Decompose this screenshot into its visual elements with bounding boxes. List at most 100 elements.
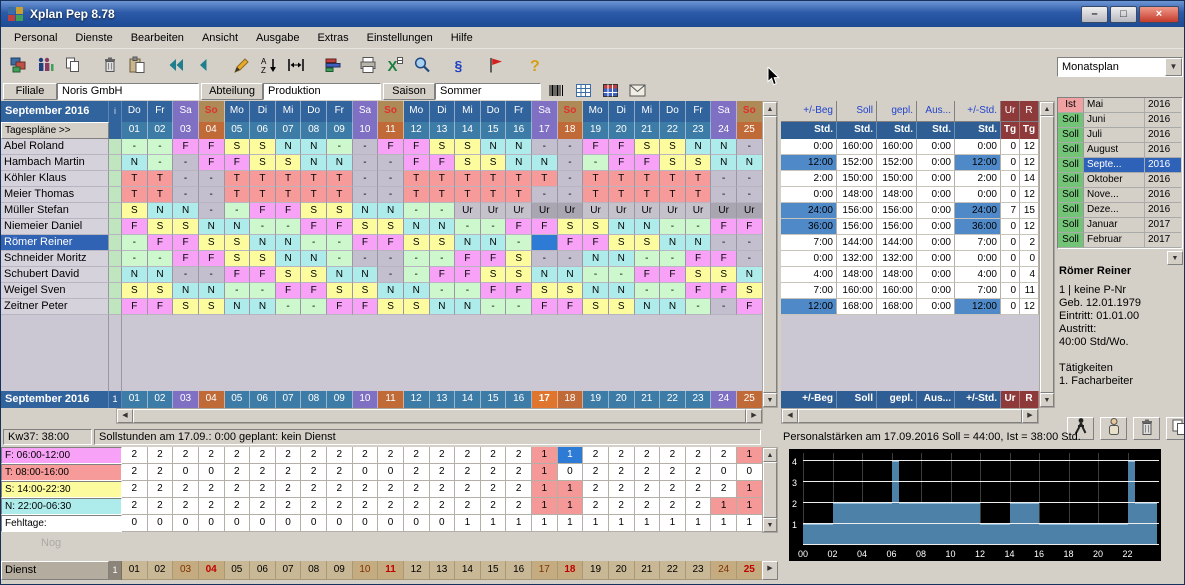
shift-cell[interactable]: F <box>686 251 712 267</box>
shift-cell[interactable]: S <box>301 203 327 219</box>
day-number-bottom[interactable]: 10 <box>353 391 379 408</box>
summary-cell[interactable]: 0 <box>558 464 584 481</box>
shift-cell[interactable]: S <box>250 139 276 155</box>
summary-cell[interactable]: 2 <box>250 464 276 481</box>
summary-cell[interactable]: 2 <box>148 447 174 464</box>
shift-cell[interactable]: N <box>404 219 430 235</box>
shift-cell[interactable]: F <box>378 235 404 251</box>
scroll-thumb[interactable] <box>798 409 1022 423</box>
main-vertical-scrollbar[interactable]: ▲▼ <box>762 101 778 408</box>
day-number-bottom[interactable]: 21 <box>635 391 661 408</box>
shift-cell[interactable]: F <box>301 283 327 299</box>
menu-einstellungen[interactable]: Einstellungen <box>358 29 442 47</box>
month-row[interactable]: SollOktober2016 <box>1058 173 1182 188</box>
employee-info-cell[interactable] <box>109 267 122 283</box>
hours-col-header[interactable]: R <box>1020 101 1039 122</box>
shift-cell[interactable]: S <box>173 219 199 235</box>
shift-cell[interactable]: S <box>122 283 148 299</box>
summary-cell[interactable]: 2 <box>609 447 635 464</box>
summary-cell[interactable]: 0 <box>737 464 763 481</box>
summary-cell[interactable]: 2 <box>199 498 225 515</box>
day-number-bottom[interactable]: 25 <box>737 391 763 408</box>
shift-cell[interactable]: - <box>199 171 225 187</box>
shift-cell[interactable]: F <box>506 283 532 299</box>
shift-cell[interactable]: - <box>686 219 712 235</box>
summary-cell[interactable]: 2 <box>635 464 661 481</box>
summary-cell[interactable]: 0 <box>404 515 430 532</box>
summary-cell[interactable]: 1 <box>686 515 712 532</box>
shift-cell[interactable]: T <box>686 171 712 187</box>
shift-cell[interactable]: T <box>660 171 686 187</box>
filiale-label[interactable]: Filiale <box>3 83 57 100</box>
month-name[interactable]: August <box>1084 143 1145 158</box>
shift-cell[interactable]: T <box>660 187 686 203</box>
summary-cell[interactable]: 1 <box>558 447 584 464</box>
summary-cell[interactable]: 2 <box>353 481 379 498</box>
shift-cell[interactable]: S <box>148 283 174 299</box>
help-button[interactable]: ? <box>521 53 548 80</box>
day-number[interactable]: 12 <box>404 122 430 139</box>
shift-cell[interactable]: Ur <box>532 203 558 219</box>
shift-cell[interactable]: N <box>455 299 481 315</box>
shift-cell[interactable]: S <box>635 235 661 251</box>
day-number[interactable]: 10 <box>353 122 379 139</box>
shift-cell[interactable]: T <box>430 171 456 187</box>
summary-cell[interactable]: 2 <box>686 498 712 515</box>
shift-cell[interactable]: - <box>583 267 609 283</box>
shift-cell[interactable]: T <box>532 171 558 187</box>
shift-cell[interactable]: - <box>455 283 481 299</box>
shift-cell[interactable]: - <box>327 251 353 267</box>
shift-cell[interactable]: - <box>122 139 148 155</box>
copy-stack-button[interactable] <box>1166 417 1185 440</box>
dienst-day[interactable]: 17 <box>532 561 558 580</box>
copy-button[interactable] <box>59 53 86 80</box>
summary-cell[interactable]: 2 <box>301 481 327 498</box>
day-number-bottom[interactable]: 15 <box>481 391 507 408</box>
employee-info-cell[interactable] <box>109 203 122 219</box>
dienst-day[interactable]: 18 <box>558 561 584 580</box>
summary-cell[interactable]: 2 <box>583 481 609 498</box>
summary-cell[interactable]: 2 <box>250 498 276 515</box>
shift-cell[interactable]: F <box>173 251 199 267</box>
scroll-thumb[interactable] <box>763 462 777 518</box>
shift-cell[interactable]: N <box>122 155 148 171</box>
shift-cell[interactable]: - <box>122 251 148 267</box>
dienst-day[interactable]: 01 <box>122 561 148 580</box>
day-number-bottom[interactable]: 02 <box>148 391 174 408</box>
shift-cell[interactable]: N <box>327 267 353 283</box>
shift-cell[interactable]: - <box>225 283 251 299</box>
shift-cell[interactable]: F <box>276 283 302 299</box>
shift-cell[interactable]: T <box>609 171 635 187</box>
shift-cell[interactable]: S <box>506 251 532 267</box>
shift-cell[interactable]: F <box>122 219 148 235</box>
menu-bearbeiten[interactable]: Bearbeiten <box>122 29 193 47</box>
summary-cell[interactable]: 2 <box>225 464 251 481</box>
shift-cell[interactable]: - <box>430 283 456 299</box>
shift-cell[interactable]: T <box>583 171 609 187</box>
shift-cell[interactable]: - <box>378 155 404 171</box>
saison-label[interactable]: Saison <box>383 83 435 100</box>
shift-cell[interactable]: S <box>430 139 456 155</box>
shift-cell[interactable]: S <box>353 283 379 299</box>
shift-cell[interactable]: F <box>583 139 609 155</box>
shift-cell[interactable]: - <box>481 299 507 315</box>
shift-cell[interactable]: S <box>301 267 327 283</box>
summary-cell[interactable]: 2 <box>481 447 507 464</box>
shift-cell[interactable]: T <box>404 171 430 187</box>
shift-cell[interactable]: N <box>404 283 430 299</box>
shift-cell[interactable]: N <box>250 299 276 315</box>
employee-name[interactable]: Schneider Moritz <box>1 251 109 267</box>
shift-cell[interactable]: - <box>353 251 379 267</box>
summary-cell[interactable]: 2 <box>353 498 379 515</box>
day-number[interactable]: 11 <box>378 122 404 139</box>
month-row[interactable]: SollJuli2016 <box>1058 128 1182 143</box>
scroll-up-icon[interactable]: ▲ <box>763 448 777 462</box>
summary-cell[interactable]: 0 <box>430 515 456 532</box>
shift-cell[interactable]: F <box>506 219 532 235</box>
paste-button[interactable] <box>123 53 150 80</box>
summary-cell[interactable]: 2 <box>122 498 148 515</box>
grid-colored-button[interactable] <box>599 83 621 100</box>
day-number-bottom[interactable]: 23 <box>686 391 712 408</box>
shift-cell[interactable]: F <box>711 219 737 235</box>
shift-cell[interactable]: T <box>583 187 609 203</box>
